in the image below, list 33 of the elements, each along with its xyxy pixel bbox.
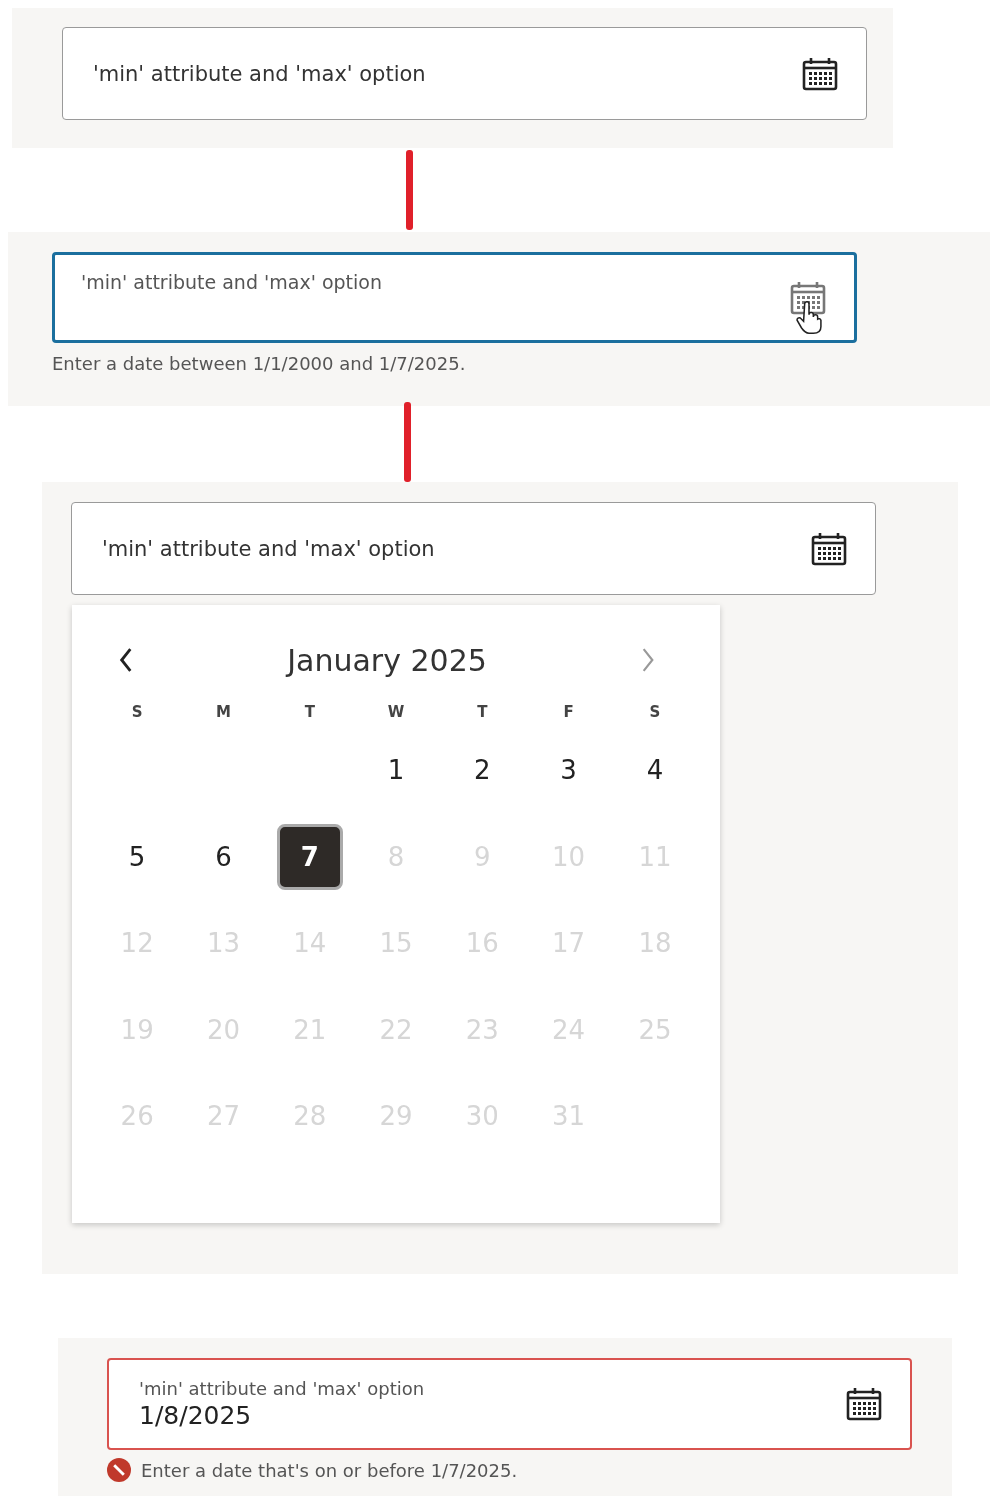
calendar-day[interactable]: 4 <box>621 737 688 804</box>
field-label: 'min' attribute and 'max' option <box>139 1378 426 1399</box>
month-title: January 2025 <box>287 642 487 678</box>
calendar-day[interactable]: 3 <box>535 737 602 804</box>
calendar-day[interactable]: 6 <box>190 823 257 890</box>
field-label: 'min' attribute and 'max' option <box>81 271 383 293</box>
calendar-icon[interactable] <box>802 56 838 91</box>
calendar-icon[interactable] <box>790 281 826 315</box>
weekday-label: T <box>477 702 488 723</box>
weekday-label: S <box>649 702 661 723</box>
weekday-label: S <box>131 702 143 723</box>
calendar-day[interactable]: 5 <box>104 823 171 890</box>
weekday-label: T <box>304 702 315 723</box>
field-label: 'min' attribute and 'max' option <box>93 61 427 86</box>
previous-month-button[interactable] <box>118 647 134 673</box>
help-text: Enter a date between 1/1/2000 and 1/7/2025. <box>52 353 467 374</box>
field-value: 1/8/2025 <box>139 1401 253 1430</box>
error-message: Enter a date that's on or before 1/7/2025. <box>141 1459 518 1481</box>
error-icon <box>107 1458 131 1482</box>
weekday-label: W <box>387 702 405 723</box>
date-field[interactable]: 'min' attribute and 'max' option <box>62 27 867 120</box>
date-field[interactable]: 'min' attribute and 'max' option <box>52 252 857 343</box>
field-label: 'min' attribute and 'max' option <box>102 536 436 561</box>
weekday-label: F <box>563 702 574 723</box>
date-field[interactable]: 'min' attribute and 'max' option <box>71 502 876 595</box>
date-field[interactable]: 'min' attribute and 'max' option 1/8/2025 <box>107 1358 912 1450</box>
calendar-day[interactable]: 1 <box>363 737 430 804</box>
calendar-day[interactable]: 7 <box>276 823 343 890</box>
calendar-icon[interactable] <box>846 1387 882 1421</box>
calendar-icon[interactable] <box>811 531 847 566</box>
weekday-label: M <box>215 702 231 723</box>
calendar-day[interactable]: 2 <box>449 737 516 804</box>
hand-cursor-icon <box>796 301 822 335</box>
